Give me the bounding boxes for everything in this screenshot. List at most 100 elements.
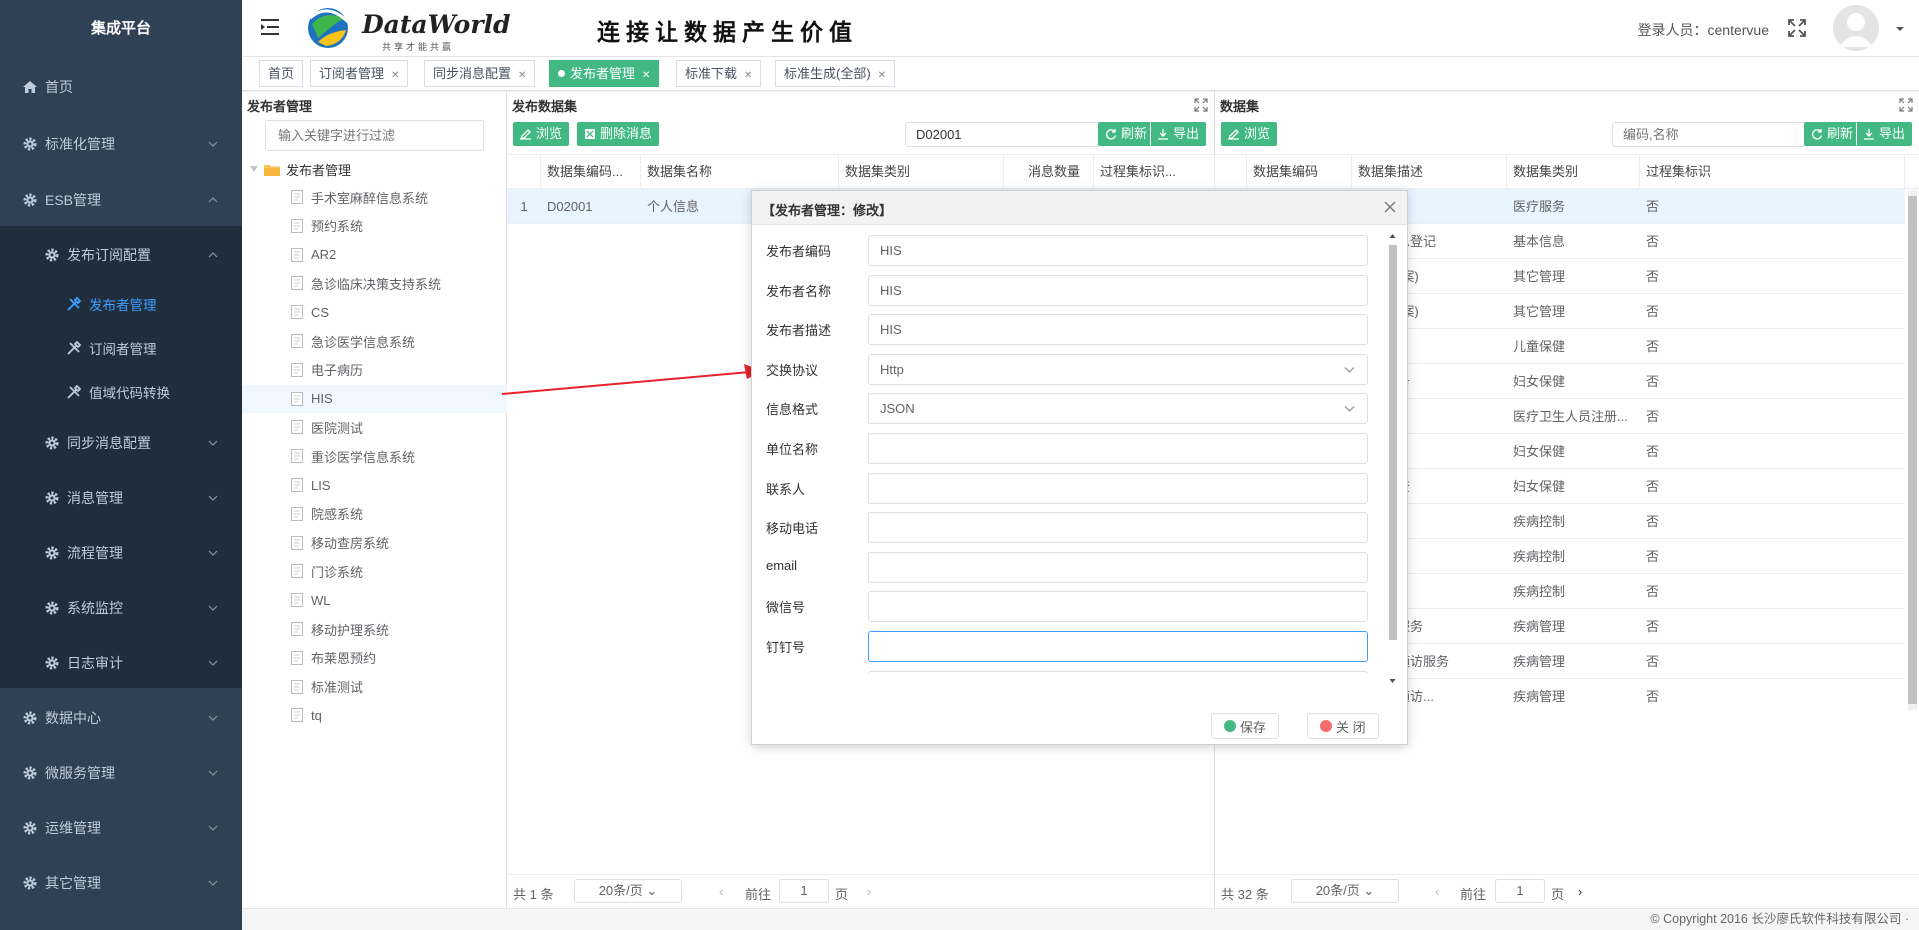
prev-page-icon[interactable]: ‹: [1435, 884, 1439, 899]
tree-node[interactable]: 门诊系统: [242, 557, 507, 585]
tree-filter-input[interactable]: [265, 120, 484, 151]
menu-microservice[interactable]: 微服务管理: [0, 748, 242, 798]
tree-node[interactable]: 电子病历: [242, 356, 507, 384]
select-field[interactable]: JSON: [868, 393, 1368, 425]
menu-esb[interactable]: ESB管理: [0, 175, 242, 225]
tree-node[interactable]: LIS: [242, 471, 507, 499]
tree-node[interactable]: 预约系统: [242, 212, 507, 240]
tree-node[interactable]: WL: [242, 586, 507, 614]
page-number-input[interactable]: 1: [1495, 879, 1545, 903]
tab-standard-generate[interactable]: 标准生成(全部) ✕: [775, 60, 896, 87]
close-icon[interactable]: ✕: [391, 70, 399, 81]
tree-node[interactable]: tq: [242, 701, 507, 729]
tree-node[interactable]: HIS: [242, 384, 507, 413]
tree-node[interactable]: AR2: [242, 241, 507, 269]
text-field[interactable]: [868, 433, 1368, 464]
tree-node[interactable]: 医院测试: [242, 413, 507, 441]
tree-node[interactable]: 院感系统: [242, 500, 507, 528]
column-header[interactable]: 数据集描述: [1352, 155, 1507, 189]
expand-icon[interactable]: [1194, 98, 1208, 112]
expand-icon[interactable]: [1899, 98, 1913, 112]
tree-node[interactable]: 移动护理系统: [242, 615, 507, 643]
scrollbar-thumb[interactable]: [1908, 196, 1917, 704]
menu-system-monitoring[interactable]: 系统监控: [0, 583, 242, 633]
text-field[interactable]: HIS: [868, 274, 1368, 306]
menu-pubsub-config[interactable]: 发布订阅配置: [0, 230, 242, 280]
tree-node[interactable]: 布莱恩预约: [242, 644, 507, 672]
menu-data-center[interactable]: 数据中心: [0, 693, 242, 743]
tab-standard-download[interactable]: 标准下载 ✕: [676, 60, 762, 87]
page-number-input[interactable]: 1: [779, 879, 829, 903]
menu-log-audit[interactable]: 日志审计: [0, 638, 242, 688]
text-field[interactable]: [868, 631, 1368, 662]
scrollbar-track[interactable]: [1908, 190, 1917, 710]
delete-message-button[interactable]: 删除消息: [577, 122, 660, 146]
next-page-icon[interactable]: ›: [1578, 884, 1582, 899]
close-button[interactable]: 关 闭: [1307, 713, 1379, 739]
dataset-search-input[interactable]: [905, 122, 1100, 147]
column-header[interactable]: 数据集名称: [641, 155, 839, 189]
close-icon[interactable]: ✕: [878, 70, 886, 81]
dialog-scrollbar-thumb[interactable]: [1389, 245, 1397, 640]
tab-publisher[interactable]: 发布者管理 ✕: [549, 60, 660, 87]
page-size-select[interactable]: 20条/页 ⌄: [1291, 879, 1399, 903]
column-header[interactable]: 过程集标识: [1640, 155, 1905, 189]
close-icon[interactable]: ✕: [744, 70, 752, 81]
tree-node[interactable]: 重诊医学信息系统: [242, 442, 507, 470]
refresh-button[interactable]: 刷新: [1804, 122, 1861, 146]
column-header[interactable]: 数据集类别: [839, 155, 1004, 189]
tree-root[interactable]: 发布者管理: [250, 158, 351, 180]
text-field[interactable]: [868, 591, 1368, 623]
tree-node[interactable]: 移动查房系统: [242, 529, 507, 557]
dialog-scrollbar[interactable]: [1387, 231, 1398, 686]
avatar[interactable]: [1833, 5, 1879, 51]
prev-page-icon[interactable]: ‹: [719, 884, 723, 899]
menu-process-management[interactable]: 流程管理: [0, 528, 242, 578]
text-field[interactable]: [868, 551, 1368, 583]
menu-operations[interactable]: 运维管理: [0, 803, 242, 853]
tree-node[interactable]: 急诊临床决策支持系统: [242, 269, 507, 297]
browse-button[interactable]: 浏览: [513, 122, 570, 146]
caret-down-icon[interactable]: [250, 166, 258, 172]
next-page-icon[interactable]: ›: [867, 884, 871, 899]
menu-publisher-management[interactable]: 发布者管理: [0, 280, 242, 328]
tree-node[interactable]: 手术室麻醉信息系统: [242, 183, 507, 211]
select-field[interactable]: Http: [868, 353, 1368, 385]
tree-node[interactable]: 急诊医学信息系统: [242, 327, 507, 355]
menu-home[interactable]: 首页: [0, 62, 242, 112]
save-button[interactable]: 保存: [1211, 713, 1280, 739]
tree-node[interactable]: 标准测试: [242, 673, 507, 701]
menu-subscriber-management[interactable]: 订阅者管理: [0, 324, 242, 372]
text-field[interactable]: [868, 512, 1368, 544]
close-icon[interactable]: ✕: [518, 70, 526, 81]
page-size-select[interactable]: 20条/页 ⌄: [574, 879, 682, 903]
column-header[interactable]: 过程集标识...: [1094, 155, 1215, 189]
close-icon[interactable]: ✕: [642, 70, 650, 81]
fullscreen-icon[interactable]: [1787, 18, 1807, 38]
column-header[interactable]: 数据集编码...: [541, 155, 641, 189]
tree-node[interactable]: CS: [242, 298, 507, 326]
text-field[interactable]: HIS: [868, 235, 1368, 266]
tab-sync-message[interactable]: 同步消息配置 ✕: [424, 60, 536, 87]
column-header[interactable]: 数据集类别: [1507, 155, 1640, 189]
column-header[interactable]: 数据集编码: [1247, 155, 1352, 189]
refresh-button[interactable]: 刷新: [1098, 122, 1155, 146]
hamburger-icon[interactable]: [260, 18, 280, 36]
close-icon[interactable]: [1383, 200, 1397, 214]
export-button[interactable]: 导出: [1856, 122, 1913, 146]
menu-code-conversion[interactable]: 值域代码转换: [0, 368, 242, 416]
menu-standardization[interactable]: 标准化管理: [0, 119, 242, 169]
text-field[interactable]: HIS: [868, 314, 1368, 346]
text-field[interactable]: 请输入内容: [868, 670, 1368, 673]
browse-button[interactable]: 浏览: [1221, 122, 1278, 146]
tab-subscriber[interactable]: 订阅者管理 ✕: [310, 60, 409, 87]
text-field[interactable]: [868, 472, 1368, 504]
tab-home[interactable]: 首页: [259, 60, 304, 87]
export-button[interactable]: 导出: [1150, 122, 1207, 146]
caret-down-icon[interactable]: [1895, 24, 1905, 34]
menu-sync-message[interactable]: 同步消息配置: [0, 418, 242, 468]
menu-other[interactable]: 其它管理: [0, 858, 242, 908]
menu-message-management[interactable]: 消息管理: [0, 473, 242, 523]
data-search-input[interactable]: [1612, 122, 1807, 147]
column-header[interactable]: 消息数量: [1004, 155, 1094, 189]
